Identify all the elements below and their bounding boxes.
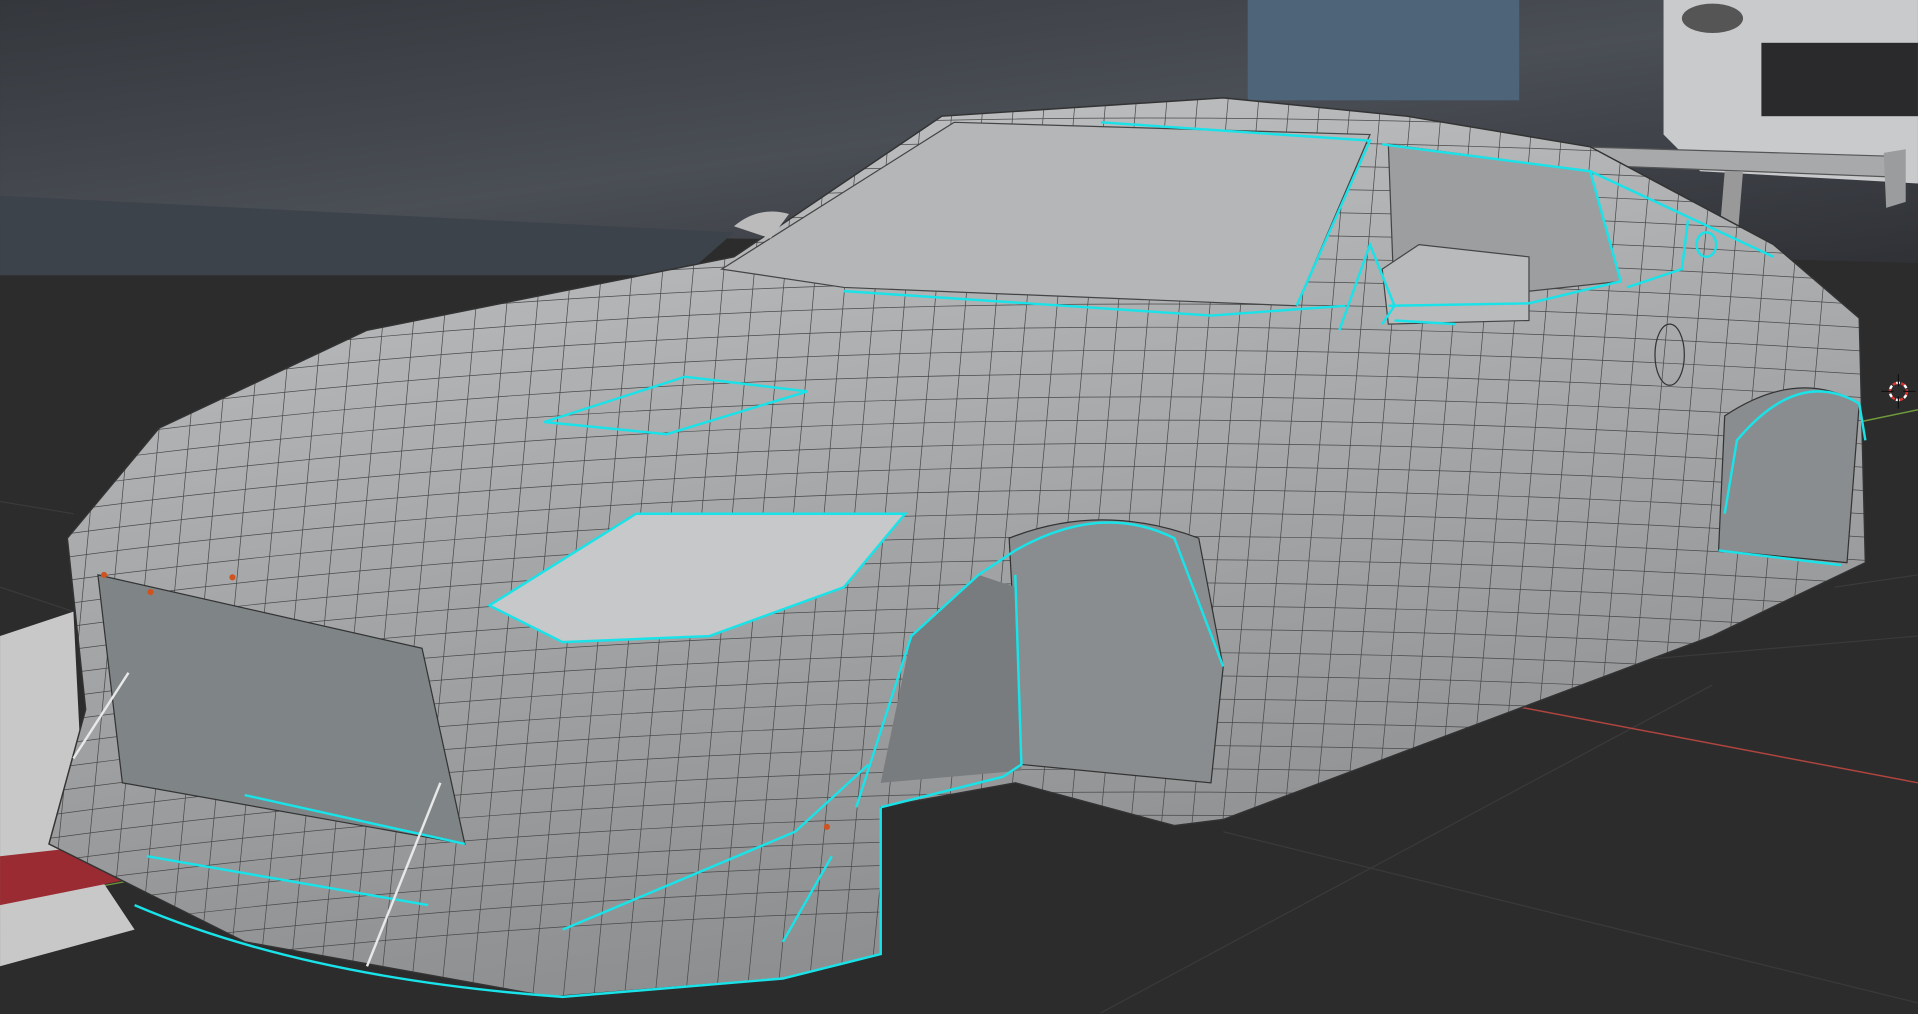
reference-image-sky [1247,0,1520,101]
3d-viewport[interactable] [0,0,1918,1014]
viewport-canvas[interactable] [0,0,1918,1014]
rear-wheel-arch[interactable] [1717,387,1860,564]
wing-endplate [1883,149,1906,208]
side-mirror[interactable] [1381,243,1530,325]
reference-image-grille [1761,42,1918,117]
reference-image-headlight [1681,3,1744,34]
front-wheel-arch[interactable] [1008,519,1224,784]
